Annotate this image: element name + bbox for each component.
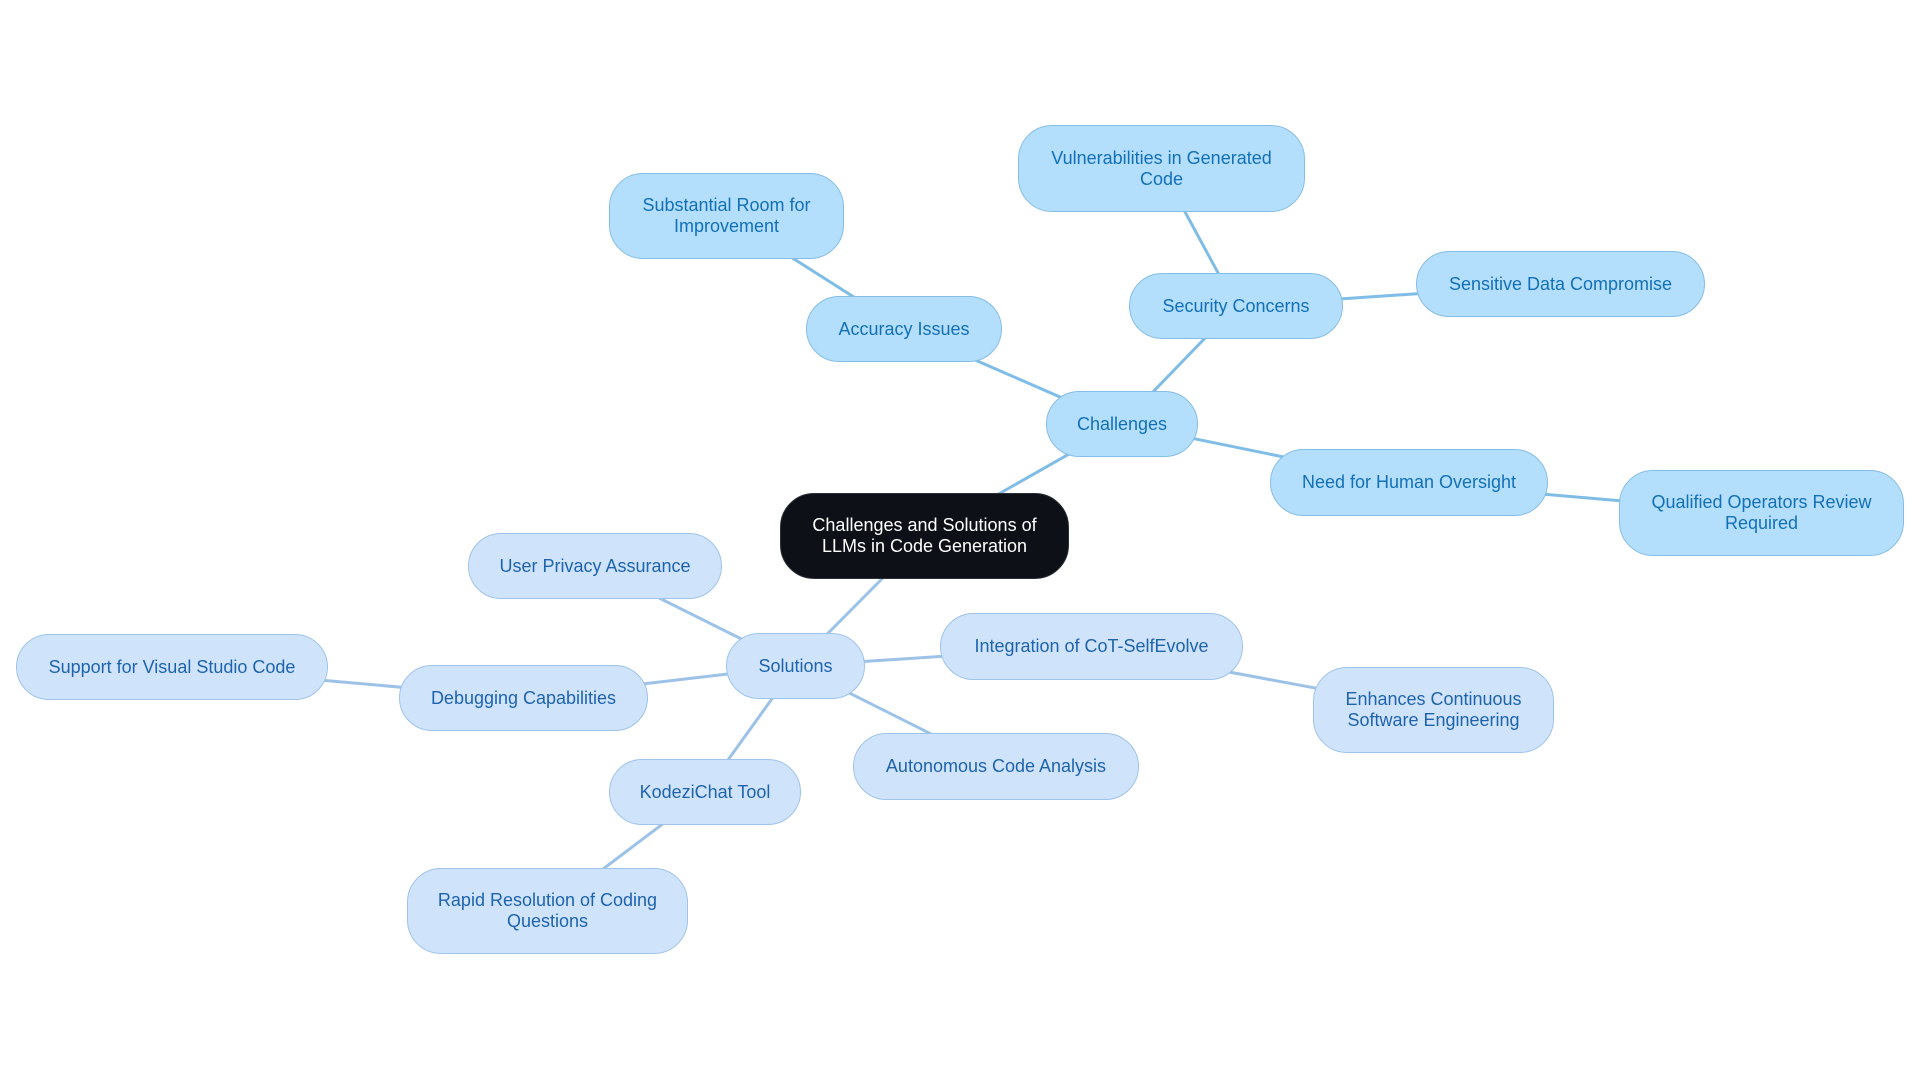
node-label: Integration of CoT-SelfEvolve	[974, 636, 1209, 656]
node-label: Vulnerabilities in Generated Code	[1051, 147, 1272, 189]
node-substantial-room[interactable]: Substantial Room for Improvement	[609, 173, 844, 259]
node-label: Qualified Operators Review Required	[1651, 492, 1872, 533]
node-accuracy-issues[interactable]: Accuracy Issues	[806, 296, 1002, 362]
node-solutions[interactable]: Solutions	[726, 633, 865, 699]
node-label: Autonomous Code Analysis	[885, 756, 1107, 776]
node-label: User Privacy Assurance	[499, 555, 691, 576]
node-kodezichat[interactable]: KodeziChat Tool	[609, 759, 801, 825]
node-label: KodeziChat Tool	[639, 781, 771, 802]
node-label: Need for Human Oversight	[1301, 472, 1517, 492]
node-label: Enhances Continuous Software Engineering	[1345, 689, 1522, 730]
node-challenges[interactable]: Challenges	[1046, 391, 1198, 457]
node-user-privacy[interactable]: User Privacy Assurance	[468, 533, 722, 599]
node-security-concerns[interactable]: Security Concerns	[1129, 273, 1343, 339]
root-node[interactable]: Challenges and Solutions of LLMs in Code…	[780, 493, 1069, 579]
node-human-oversight[interactable]: Need for Human Oversight	[1270, 449, 1548, 516]
node-label: Challenges	[1076, 413, 1168, 434]
node-qualified-operators[interactable]: Qualified Operators Review Required	[1619, 470, 1904, 556]
node-label: Sensitive Data Compromise	[1448, 273, 1673, 294]
node-label: Rapid Resolution of Coding Questions	[437, 890, 658, 931]
node-debugging[interactable]: Debugging Capabilities	[399, 665, 648, 731]
node-label: Security Concerns	[1162, 295, 1310, 316]
node-label: Support for Visual Studio Code	[48, 656, 296, 677]
node-sensitive-data[interactable]: Sensitive Data Compromise	[1416, 251, 1705, 317]
node-enhances-continuous[interactable]: Enhances Continuous Software Engineering	[1313, 667, 1554, 753]
node-vscode-support[interactable]: Support for Visual Studio Code	[16, 634, 328, 700]
node-autonomous-analysis[interactable]: Autonomous Code Analysis	[853, 733, 1139, 800]
node-label: Solutions	[758, 655, 833, 676]
node-label: Accuracy Issues	[838, 318, 970, 339]
node-vulnerabilities[interactable]: Vulnerabilities in Generated Code	[1018, 125, 1305, 212]
node-label: Substantial Room for Improvement	[642, 195, 811, 236]
root-label: Challenges and Solutions of LLMs in Code…	[812, 515, 1037, 556]
node-label: Debugging Capabilities	[430, 687, 617, 708]
node-rapid-resolution[interactable]: Rapid Resolution of Coding Questions	[407, 868, 688, 954]
node-cot-selfevolve[interactable]: Integration of CoT-SelfEvolve	[940, 613, 1243, 680]
